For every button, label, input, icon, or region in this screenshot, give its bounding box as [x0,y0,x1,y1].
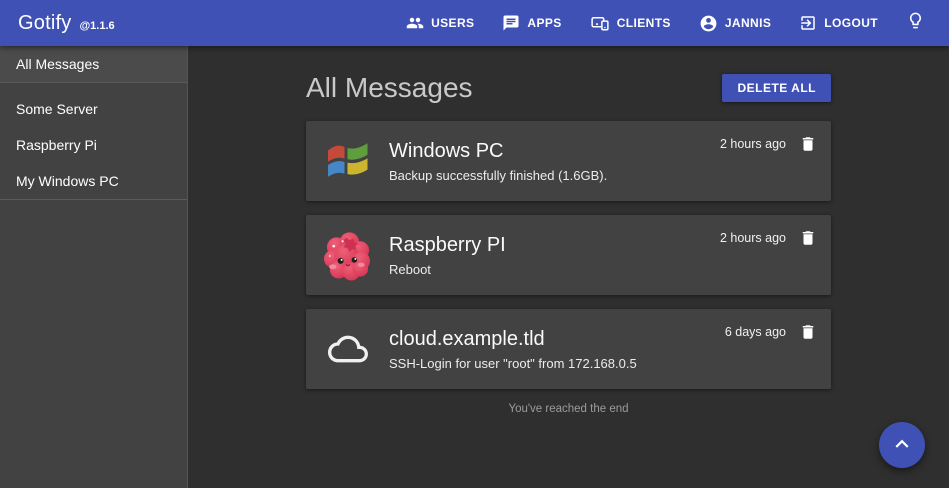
account-icon [699,14,718,33]
theme-toggle-button[interactable] [896,2,935,44]
chevron-up-icon [889,431,915,460]
trash-icon [799,135,817,156]
message-timestamp: 2 hours ago [720,229,786,247]
message-body: Reboot [389,262,720,277]
trash-icon [799,229,817,250]
message-timestamp: 2 hours ago [720,135,786,153]
sidebar-item-label: All Messages [16,56,99,72]
nav-logout[interactable]: LOGOUT [787,5,890,41]
sidebar-item-label: Some Server [16,101,98,117]
message-card: cloud.example.tld SSH-Login for user "ro… [306,309,831,389]
sidebar-app-list: Some Server Raspberry Pi My Windows PC [0,83,187,200]
message-card: Raspberry PI Reboot 2 hours ago [306,215,831,295]
cloud-icon [321,323,374,376]
users-icon [406,14,424,32]
brand: Gotify @1.1.6 [18,12,115,35]
message-card: Windows PC Backup successfully finished … [306,121,831,201]
brand-version: @1.1.6 [79,20,114,32]
sidebar-item-some-server[interactable]: Some Server [0,91,187,127]
page-title: All Messages [306,72,473,104]
message-timestamp: 6 days ago [725,323,786,341]
clients-icon [590,14,610,32]
gotify-app: Gotify @1.1.6 USERS APPS [0,0,949,488]
end-of-list-text: You've reached the end [306,403,831,415]
message-body: SSH-Login for user "root" from 172.168.0… [389,356,725,371]
nav-apps-label: APPS [527,16,561,30]
scroll-to-top-button[interactable] [879,422,925,468]
logout-icon [799,14,817,32]
nav-apps[interactable]: APPS [490,5,573,41]
delete-message-button[interactable] [799,229,817,250]
nav-user-account[interactable]: JANNIS [687,5,783,42]
windows-logo-icon [321,135,374,188]
nav-users-label: USERS [431,16,474,30]
sidebar: All Messages Some Server Raspberry Pi My… [0,46,188,488]
message-title: cloud.example.tld [389,328,725,351]
app-bar: Gotify @1.1.6 USERS APPS [0,0,949,46]
nav-clients[interactable]: CLIENTS [578,5,683,41]
top-nav: USERS APPS CLIENTS [390,2,935,44]
sidebar-item-my-windows-pc[interactable]: My Windows PC [0,163,187,199]
sidebar-item-all-messages[interactable]: All Messages [0,46,187,83]
brand-title: Gotify [18,12,71,35]
sidebar-item-label: My Windows PC [16,173,119,189]
sidebar-item-raspberry-pi[interactable]: Raspberry Pi [0,127,187,163]
trash-icon [799,323,817,344]
sidebar-item-label: Raspberry Pi [16,137,97,153]
delete-message-button[interactable] [799,135,817,156]
message-body: Backup successfully finished (1.6GB). [389,168,720,183]
message-title: Raspberry PI [389,234,720,257]
apps-icon [502,14,520,32]
delete-message-button[interactable] [799,323,817,344]
delete-all-button[interactable]: DELETE ALL [722,74,831,102]
main-content: All Messages DELETE ALL Windows [188,46,949,488]
raspberry-icon [321,229,374,282]
nav-users[interactable]: USERS [394,5,486,41]
nav-logout-label: LOGOUT [824,16,878,30]
nav-clients-label: CLIENTS [617,16,671,30]
lightbulb-icon [906,11,925,35]
nav-account-label: JANNIS [725,16,771,30]
message-title: Windows PC [389,140,720,163]
